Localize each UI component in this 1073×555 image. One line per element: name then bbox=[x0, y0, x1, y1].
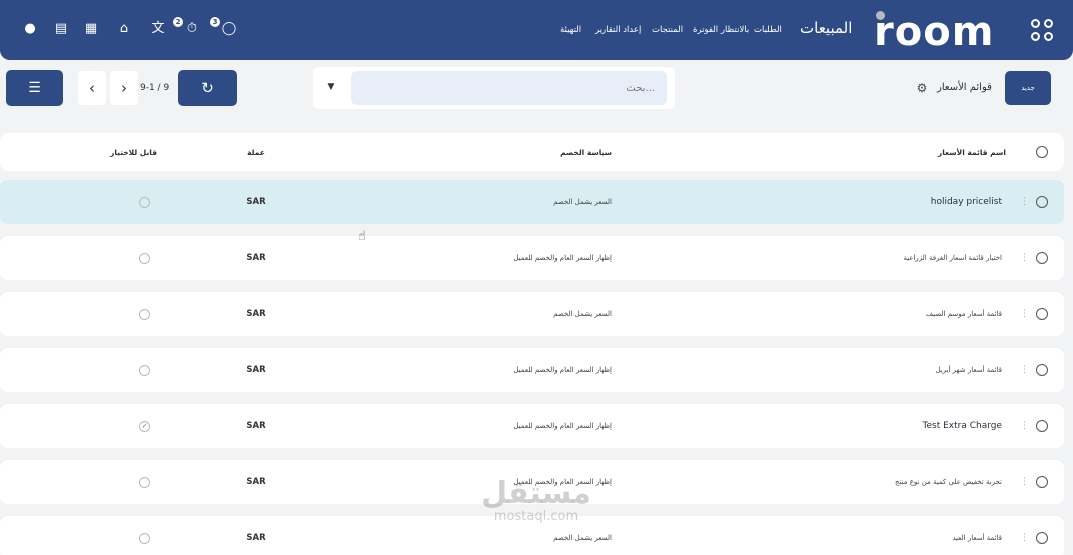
prev-page-button[interactable]: ‹ bbox=[78, 71, 106, 105]
search-input[interactable] bbox=[351, 71, 667, 105]
row-name: اختبار قائمة اسعار الغرفة الزراعية bbox=[903, 254, 1002, 262]
pager-value[interactable]: 9-1 / 9 bbox=[140, 82, 169, 94]
row-radio[interactable] bbox=[1036, 196, 1048, 208]
reload-icon: ↻ bbox=[201, 79, 214, 97]
nav-configuration[interactable]: التهيئة bbox=[560, 24, 581, 36]
drag-handle-icon[interactable]: ⋮ bbox=[1020, 308, 1029, 320]
reload-button[interactable]: ↻ bbox=[178, 70, 237, 106]
hand-cursor-icon: ☝ bbox=[358, 229, 366, 244]
gear-icon[interactable]: ⚙ bbox=[915, 81, 929, 95]
row-name: قائمة أسعار شهر أبريل bbox=[935, 366, 1002, 374]
list-icon: ☰ bbox=[28, 80, 41, 96]
search-bar: ▼ bbox=[313, 67, 675, 109]
selectable-checkbox[interactable] bbox=[139, 365, 150, 376]
table-row[interactable]: ⋮ قائمة أسعار شهر أبريل إظهار السعر العا… bbox=[0, 348, 1064, 392]
row-radio[interactable] bbox=[1036, 308, 1048, 320]
drag-handle-icon[interactable]: ⋮ bbox=[1020, 476, 1029, 488]
row-currency: SAR bbox=[246, 477, 266, 487]
row-name: قائمة أسعار موسم الصيف bbox=[926, 310, 1002, 318]
row-policy: إظهار السعر العام والخصم للعميل bbox=[513, 254, 612, 262]
nav-products[interactable]: المنتجات bbox=[652, 24, 683, 36]
col-name[interactable]: اسم قائمة الأسعار bbox=[938, 133, 1006, 171]
calculator-icon[interactable]: ▦ bbox=[83, 21, 99, 37]
row-policy: السعر يشمل الخصم bbox=[553, 310, 612, 318]
row-name: Test Extra Charge bbox=[922, 421, 1003, 431]
col-policy[interactable]: سياسة الخصم bbox=[560, 133, 612, 171]
row-currency: SAR bbox=[246, 309, 266, 319]
row-currency: SAR bbox=[246, 421, 266, 431]
row-policy: السعر يشمل الخصم bbox=[553, 198, 612, 206]
row-currency: SAR bbox=[246, 365, 266, 375]
drag-handle-icon[interactable]: ⋮ bbox=[1020, 252, 1029, 264]
row-radio[interactable] bbox=[1036, 252, 1048, 264]
table-row[interactable]: ⋮ Test Extra Charge إظهار السعر العام وا… bbox=[0, 404, 1064, 448]
row-policy: إظهار السعر العام والخصم للعميل bbox=[513, 366, 612, 374]
drag-handle-icon[interactable]: ⋮ bbox=[1020, 364, 1029, 376]
row-policy: إظهار السعر العام والخصم للعميل bbox=[513, 422, 612, 430]
timer-badge: 2 bbox=[173, 17, 183, 27]
watermark-en: mostaql.com bbox=[493, 509, 579, 524]
breadcrumb: قوائم الأسعار bbox=[937, 82, 992, 93]
chat-icon[interactable]: ◯ bbox=[221, 21, 237, 37]
drag-handle-icon[interactable]: ⋮ bbox=[1020, 532, 1029, 544]
list-view-button[interactable]: ☰ bbox=[6, 70, 63, 106]
col-selectable[interactable]: قابل للاختيار bbox=[110, 133, 157, 171]
nav-to-invoice[interactable]: بالانتظار الفوترة bbox=[693, 24, 749, 36]
row-radio[interactable] bbox=[1036, 476, 1048, 488]
chevron-right-icon: › bbox=[121, 79, 127, 97]
chevron-down-icon[interactable]: ▼ bbox=[325, 81, 337, 93]
watermark-ar: مستقل bbox=[481, 476, 591, 511]
row-currency: SAR bbox=[246, 533, 266, 543]
selectable-checkbox[interactable] bbox=[139, 477, 150, 488]
row-currency: SAR bbox=[246, 253, 266, 263]
row-name: قائمة أسعار العيد bbox=[952, 534, 1002, 542]
selectable-checkbox[interactable] bbox=[139, 533, 150, 544]
watermark: مستقل mostaql.com bbox=[466, 478, 606, 524]
logo[interactable]: room bbox=[874, 10, 999, 54]
chevron-left-icon: ‹ bbox=[89, 79, 95, 97]
next-page-button[interactable]: › bbox=[110, 71, 138, 105]
timer-icon[interactable]: ⏱ bbox=[184, 21, 200, 37]
bank-icon[interactable]: ⌂ bbox=[116, 21, 132, 37]
lightbulb-icon[interactable]: ● bbox=[22, 21, 38, 37]
top-navbar: room المبيعات الطلبات بالانتظار الفوترة … bbox=[0, 0, 1073, 60]
selectable-checkbox[interactable] bbox=[139, 197, 150, 208]
drag-handle-icon[interactable]: ⋮ bbox=[1020, 420, 1029, 432]
selectable-checkbox-checked[interactable]: ✓ bbox=[139, 421, 150, 432]
apps-icon[interactable] bbox=[1031, 19, 1053, 41]
activity-badge: 3 bbox=[210, 17, 220, 27]
row-currency: SAR bbox=[246, 197, 266, 207]
col-currency[interactable]: عملة bbox=[226, 133, 286, 171]
row-radio[interactable] bbox=[1036, 420, 1048, 432]
row-name: تجربة تخفيض على كمية من نوع منتج bbox=[895, 478, 1002, 486]
table-row[interactable]: ⋮ اختبار قائمة اسعار الغرفة الزراعية إظه… bbox=[0, 236, 1064, 280]
row-name: holiday pricelist bbox=[930, 197, 1002, 207]
row-radio[interactable] bbox=[1036, 532, 1048, 544]
selectable-checkbox[interactable] bbox=[139, 309, 150, 320]
row-radio[interactable] bbox=[1036, 364, 1048, 376]
table-row[interactable]: ⋮ قائمة أسعار موسم الصيف السعر يشمل الخص… bbox=[0, 292, 1064, 336]
app-title[interactable]: المبيعات bbox=[800, 18, 852, 38]
nav-reporting[interactable]: إعداد التقارير bbox=[595, 24, 641, 36]
table-header: اسم قائمة الأسعار سياسة الخصم عملة قابل … bbox=[0, 133, 1064, 171]
drag-handle-icon[interactable]: ⋮ bbox=[1020, 196, 1029, 208]
note-icon[interactable]: ▤ bbox=[53, 21, 69, 37]
new-button[interactable]: جديد bbox=[1005, 71, 1051, 105]
table-row[interactable]: ⋮ holiday pricelist السعر يشمل الخصم SAR bbox=[0, 180, 1064, 224]
nav-orders[interactable]: الطلبات bbox=[754, 24, 782, 36]
selectable-checkbox[interactable] bbox=[139, 253, 150, 264]
translate-icon[interactable]: 文 bbox=[150, 21, 166, 37]
select-all-radio[interactable] bbox=[1036, 146, 1048, 158]
